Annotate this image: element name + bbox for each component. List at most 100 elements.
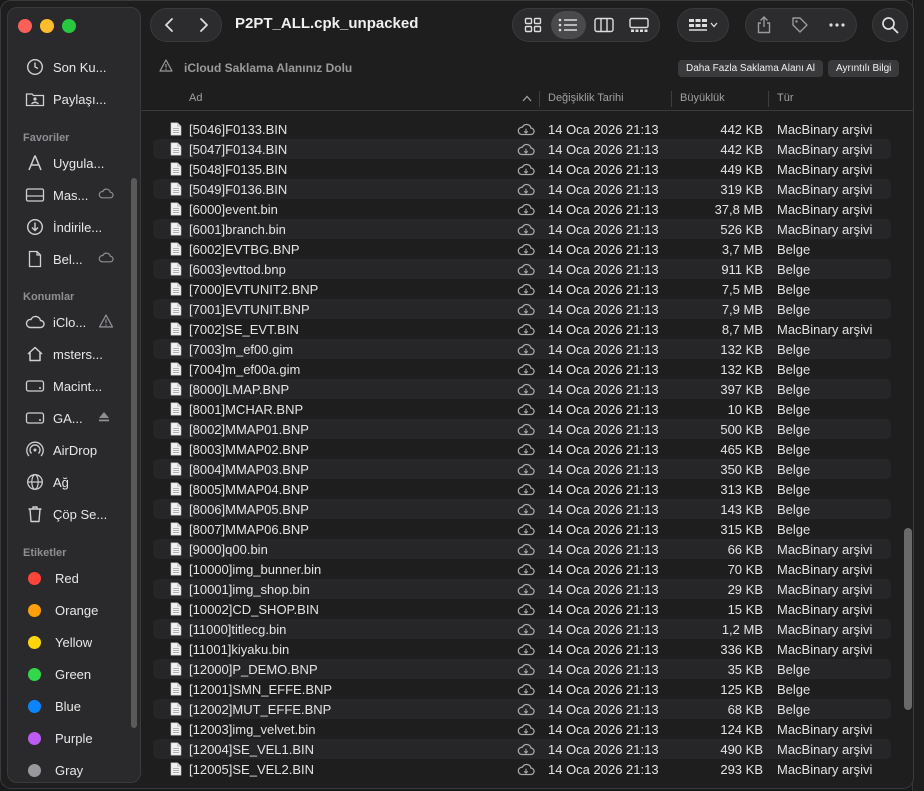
table-row[interactable]: [6002]EVTBG.BNP 14 Oca 2026 21:13 3,7 MB Be…: [153, 239, 891, 259]
cloud-download-icon[interactable]: [517, 543, 535, 559]
cloud-download-icon[interactable]: [517, 303, 535, 319]
forward-button[interactable]: [186, 9, 221, 41]
cloud-download-icon[interactable]: [517, 723, 535, 739]
sidebar-item-location[interactable]: iClo...: [24, 310, 124, 334]
cloud-download-icon[interactable]: [517, 563, 535, 579]
sidebar-tag[interactable]: Yellow: [24, 630, 124, 654]
cloud-download-icon[interactable]: [517, 743, 535, 759]
sidebar-item-favorite[interactable]: Uygula...: [24, 151, 124, 175]
table-row[interactable]: [10002]CD_SHOP.BIN 14 Oca 2026 21:13 15 KB…: [153, 599, 891, 619]
cloud-download-icon[interactable]: [517, 443, 535, 459]
cloud-download-icon[interactable]: [517, 483, 535, 499]
eject-icon[interactable]: [98, 411, 110, 422]
group-by-button[interactable]: [677, 8, 729, 42]
cloud-download-icon[interactable]: [517, 143, 535, 159]
cloud-download-icon[interactable]: [517, 463, 535, 479]
search-button[interactable]: [872, 8, 908, 42]
cloud-download-icon[interactable]: [517, 323, 535, 339]
list-view-button[interactable]: [550, 11, 586, 39]
cloud-download-icon[interactable]: [517, 343, 535, 359]
cloud-download-icon[interactable]: [517, 283, 535, 299]
table-row[interactable]: [8001]MCHAR.BNP 14 Oca 2026 21:13 10 KB Bel…: [153, 399, 891, 419]
table-row[interactable]: [5049]F0136.BIN 14 Oca 2026 21:13 319 KB Ma…: [153, 179, 891, 199]
sidebar-item-recent-shared[interactable]: Paylaşı...: [24, 87, 124, 111]
cloud-download-icon[interactable]: [517, 203, 535, 219]
table-row[interactable]: [5048]F0135.BIN 14 Oca 2026 21:13 449 KB Ma…: [153, 159, 891, 179]
table-row[interactable]: [8007]MMAP06.BNP 14 Oca 2026 21:13 315 KB B…: [153, 519, 891, 539]
cloud-download-icon[interactable]: [517, 643, 535, 659]
sidebar-scrollbar[interactable]: [131, 178, 137, 728]
table-row[interactable]: [7002]SE_EVT.BIN 14 Oca 2026 21:13 8,7 MB M…: [153, 319, 891, 339]
icon-view-button[interactable]: [515, 11, 551, 39]
table-row[interactable]: [12000]P_DEMO.BNP 14 Oca 2026 21:13 35 KB B…: [153, 659, 891, 679]
table-row[interactable]: [6000]event.bin 14 Oca 2026 21:13 37,8 MB M…: [153, 199, 891, 219]
cloud-download-icon[interactable]: [517, 583, 535, 599]
table-row[interactable]: [12002]MUT_EFFE.BNP 14 Oca 2026 21:13 68 K…: [153, 699, 891, 719]
table-row[interactable]: [8005]MMAP04.BNP 14 Oca 2026 21:13 313 KB B…: [153, 479, 891, 499]
sidebar-tag[interactable]: Purple: [24, 726, 124, 750]
table-row[interactable]: [6003]evttod.bnp 14 Oca 2026 21:13 911 KB B…: [153, 259, 891, 279]
sidebar-tag[interactable]: Gray: [24, 758, 124, 782]
table-row[interactable]: [8006]MMAP05.BNP 14 Oca 2026 21:13 143 KB B…: [153, 499, 891, 519]
cloud-download-icon[interactable]: [517, 263, 535, 279]
cloud-download-icon[interactable]: [517, 243, 535, 259]
more-icon[interactable]: [828, 22, 846, 28]
sidebar-tag[interactable]: Orange: [24, 598, 124, 622]
cloud-download-icon[interactable]: [517, 603, 535, 619]
details-button[interactable]: Ayrıntılı Bilgi: [828, 60, 900, 77]
cloud-download-icon[interactable]: [517, 123, 535, 139]
table-row[interactable]: [10001]img_shop.bin 14 Oca 2026 21:13 29 K…: [153, 579, 891, 599]
cloud-download-icon[interactable]: [517, 763, 535, 779]
cloud-download-icon[interactable]: [517, 523, 535, 539]
cloud-download-icon[interactable]: [517, 403, 535, 419]
file-list-scrollbar[interactable]: [904, 528, 912, 710]
cloud-download-icon[interactable]: [517, 423, 535, 439]
table-row[interactable]: [7003]m_ef00.gim 14 Oca 2026 21:13 132 KB B…: [153, 339, 891, 359]
sidebar-item-favorite[interactable]: Mas...: [24, 183, 124, 207]
table-row[interactable]: [5047]F0134.BIN 14 Oca 2026 21:13 442 KB Ma…: [153, 139, 891, 159]
sidebar-tag[interactable]: Blue: [24, 694, 124, 718]
share-icon[interactable]: [756, 16, 772, 34]
table-row[interactable]: [8003]MMAP02.BNP 14 Oca 2026 21:13 465 KB B…: [153, 439, 891, 459]
sidebar-item-location[interactable]: msters...: [24, 342, 124, 366]
sidebar-item-location[interactable]: Ağ: [24, 470, 124, 494]
cloud-download-icon[interactable]: [517, 663, 535, 679]
sidebar-item-location[interactable]: AirDrop: [24, 438, 124, 462]
column-kind-header[interactable]: Tür: [777, 92, 794, 104]
table-row[interactable]: [7001]EVTUNIT.BNP 14 Oca 2026 21:13 7,9 MB…: [153, 299, 891, 319]
table-row[interactable]: [8004]MMAP03.BNP 14 Oca 2026 21:13 350 KB B…: [153, 459, 891, 479]
table-row[interactable]: [11000]titlecg.bin 14 Oca 2026 21:13 1,2 M…: [153, 619, 891, 639]
table-row[interactable]: [8000]LMAP.BNP 14 Oca 2026 21:13 397 KB Bel…: [153, 379, 891, 399]
get-more-storage-button[interactable]: Daha Fazla Saklama Alanı Al: [678, 60, 823, 77]
tag-icon[interactable]: [791, 16, 809, 34]
cloud-download-icon[interactable]: [517, 363, 535, 379]
close-button[interactable]: [18, 19, 32, 33]
minimize-button[interactable]: [40, 19, 54, 33]
table-row[interactable]: [11001]kiyaku.bin 14 Oca 2026 21:13 336 KB…: [153, 639, 891, 659]
cloud-download-icon[interactable]: [517, 503, 535, 519]
sidebar-item-recent-shared[interactable]: Son Ku...: [24, 55, 124, 79]
column-date-header[interactable]: Değişiklik Tarihi: [548, 92, 624, 104]
cloud-download-icon[interactable]: [517, 183, 535, 199]
table-row[interactable]: [6001]branch.bin 14 Oca 2026 21:13 526 KB M…: [153, 219, 891, 239]
sidebar-tag[interactable]: Green: [24, 662, 124, 686]
table-row[interactable]: [9000]q00.bin 14 Oca 2026 21:13 66 KB MacBi…: [153, 539, 891, 559]
table-row[interactable]: [7004]m_ef00a.gim 14 Oca 2026 21:13 132 KB…: [153, 359, 891, 379]
cloud-download-icon[interactable]: [517, 223, 535, 239]
sidebar-item-favorite[interactable]: İndirile...: [24, 215, 124, 239]
table-row[interactable]: [12003]img_velvet.bin 14 Oca 2026 21:13 12…: [153, 719, 891, 739]
column-name-header[interactable]: Ad: [189, 92, 202, 104]
table-row[interactable]: [12005]SE_VEL2.BIN 14 Oca 2026 21:13 293 K…: [153, 759, 891, 779]
table-row[interactable]: [12001]SMN_EFFE.BNP 14 Oca 2026 21:13 125 …: [153, 679, 891, 699]
cloud-download-icon[interactable]: [517, 163, 535, 179]
sidebar-item-location[interactable]: Çöp Se...: [24, 502, 124, 526]
cloud-download-icon[interactable]: [517, 623, 535, 639]
sidebar-tag[interactable]: Red: [24, 566, 124, 590]
sidebar-item-favorite[interactable]: Bel...: [24, 247, 124, 271]
cloud-download-icon[interactable]: [517, 683, 535, 699]
table-row[interactable]: [12004]SE_VEL1.BIN 14 Oca 2026 21:13 490 K…: [153, 739, 891, 759]
sidebar-item-location[interactable]: Macint...: [24, 374, 124, 398]
sidebar-item-location[interactable]: GA...: [24, 406, 124, 430]
zoom-button[interactable]: [62, 19, 76, 33]
table-row[interactable]: [5046]F0133.BIN 14 Oca 2026 21:13 442 KB Ma…: [153, 119, 891, 139]
